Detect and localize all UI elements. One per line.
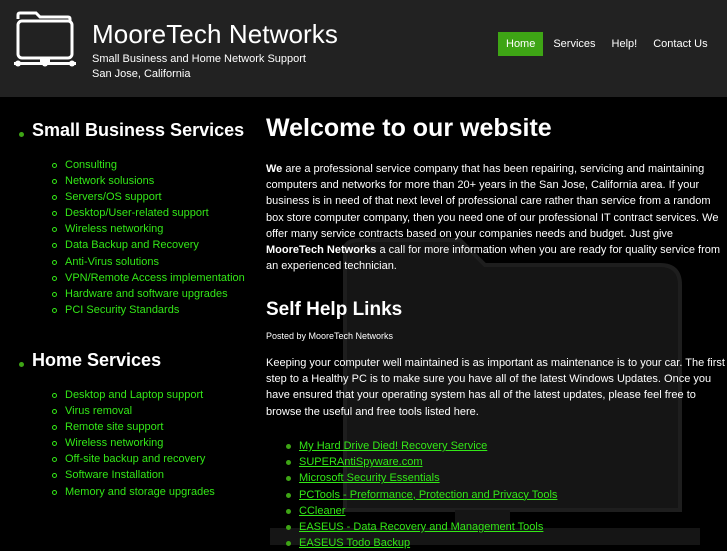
list-item[interactable]: Memory and storage upgrades [52, 484, 215, 500]
site-title[interactable]: MooreTech Networks [92, 19, 338, 50]
home-services-heading: Home Services [32, 350, 162, 370]
list-item: SUPERAntiSpyware.com [285, 454, 557, 470]
list-item[interactable]: Wireless networking [52, 221, 245, 237]
list-item[interactable]: Wireless networking [52, 435, 215, 451]
home-services-list: Desktop and Laptop support Virus removal… [52, 387, 215, 500]
site-location: San Jose, California [92, 68, 191, 80]
list-item[interactable]: VPN/Remote Access implementation [52, 270, 245, 286]
heading-bullet-icon [19, 362, 24, 367]
list-item: CCleaner [285, 503, 557, 519]
list-item: PCTools - Preformance, Protection and Pr… [285, 487, 557, 503]
list-item[interactable]: Data Backup and Recovery [52, 237, 245, 253]
self-help-paragraph: Keeping your computer well maintained is… [266, 357, 725, 418]
site-tagline: Small Business and Home Network Support [92, 53, 306, 65]
main-nav: Home Services Help! Contact Us [498, 32, 716, 56]
list-item[interactable]: Virus removal [52, 403, 215, 419]
small-business-heading: Small Business Services [32, 120, 245, 140]
site-header: MooreTech Networks Small Business and Ho… [0, 0, 727, 97]
list-item[interactable]: Desktop and Laptop support [52, 387, 215, 403]
list-item[interactable]: Software Installation [52, 467, 215, 483]
posted-by: Posted by MooreTech Networks [266, 331, 394, 341]
list-item[interactable]: Servers/OS support [52, 189, 245, 205]
nav-services[interactable]: Services [545, 32, 603, 56]
list-item: EASEUS - Data Recovery and Management To… [285, 519, 557, 535]
link-microsoft-security-essentials[interactable]: Microsoft Security Essentials [299, 472, 440, 484]
link-easeus-recovery[interactable]: EASEUS - Data Recovery and Management To… [299, 521, 543, 533]
list-item[interactable]: Remote site support [52, 419, 215, 435]
nav-contact-us[interactable]: Contact Us [645, 32, 715, 56]
list-item[interactable]: Hardware and software upgrades [52, 286, 245, 302]
list-item: EASEUS Todo Backup [285, 535, 557, 551]
self-help-links: My Hard Drive Died! Recovery Service SUP… [285, 438, 557, 551]
list-item: My Hard Drive Died! Recovery Service [285, 438, 557, 454]
self-help-title: Self Help Links [266, 299, 403, 320]
intro-text-1: are a professional service company that … [266, 163, 719, 240]
list-item[interactable]: Consulting [52, 157, 245, 173]
heading-bullet-icon [19, 132, 24, 137]
list-item[interactable]: Anti-Virus solutions [52, 254, 245, 270]
company-name: MooreTech Networks [266, 244, 377, 257]
link-superantispyware[interactable]: SUPERAntiSpyware.com [299, 456, 423, 468]
link-easeus-todo-backup[interactable]: EASEUS Todo Backup [299, 537, 410, 549]
intro-bold-start: We [266, 163, 283, 175]
page-title: Welcome to our website [266, 114, 552, 142]
list-item: Microsoft Security Essentials [285, 470, 557, 486]
list-item[interactable]: Network solusions [52, 173, 245, 189]
list-item[interactable]: Off-site backup and recovery [52, 451, 215, 467]
link-hard-drive-recovery[interactable]: My Hard Drive Died! Recovery Service [299, 440, 487, 452]
computer-folder-icon[interactable] [12, 11, 78, 69]
nav-help[interactable]: Help! [604, 32, 646, 56]
link-pctools[interactable]: PCTools - Preformance, Protection and Pr… [299, 489, 557, 501]
nav-home[interactable]: Home [498, 32, 544, 56]
small-business-list: Consulting Network solusions Servers/OS … [52, 157, 245, 318]
intro-paragraph: We are a professional service company th… [266, 161, 722, 274]
link-ccleaner[interactable]: CCleaner [299, 505, 345, 517]
list-item[interactable]: Desktop/User-related support [52, 205, 245, 221]
list-item[interactable]: PCI Security Standards [52, 302, 245, 318]
